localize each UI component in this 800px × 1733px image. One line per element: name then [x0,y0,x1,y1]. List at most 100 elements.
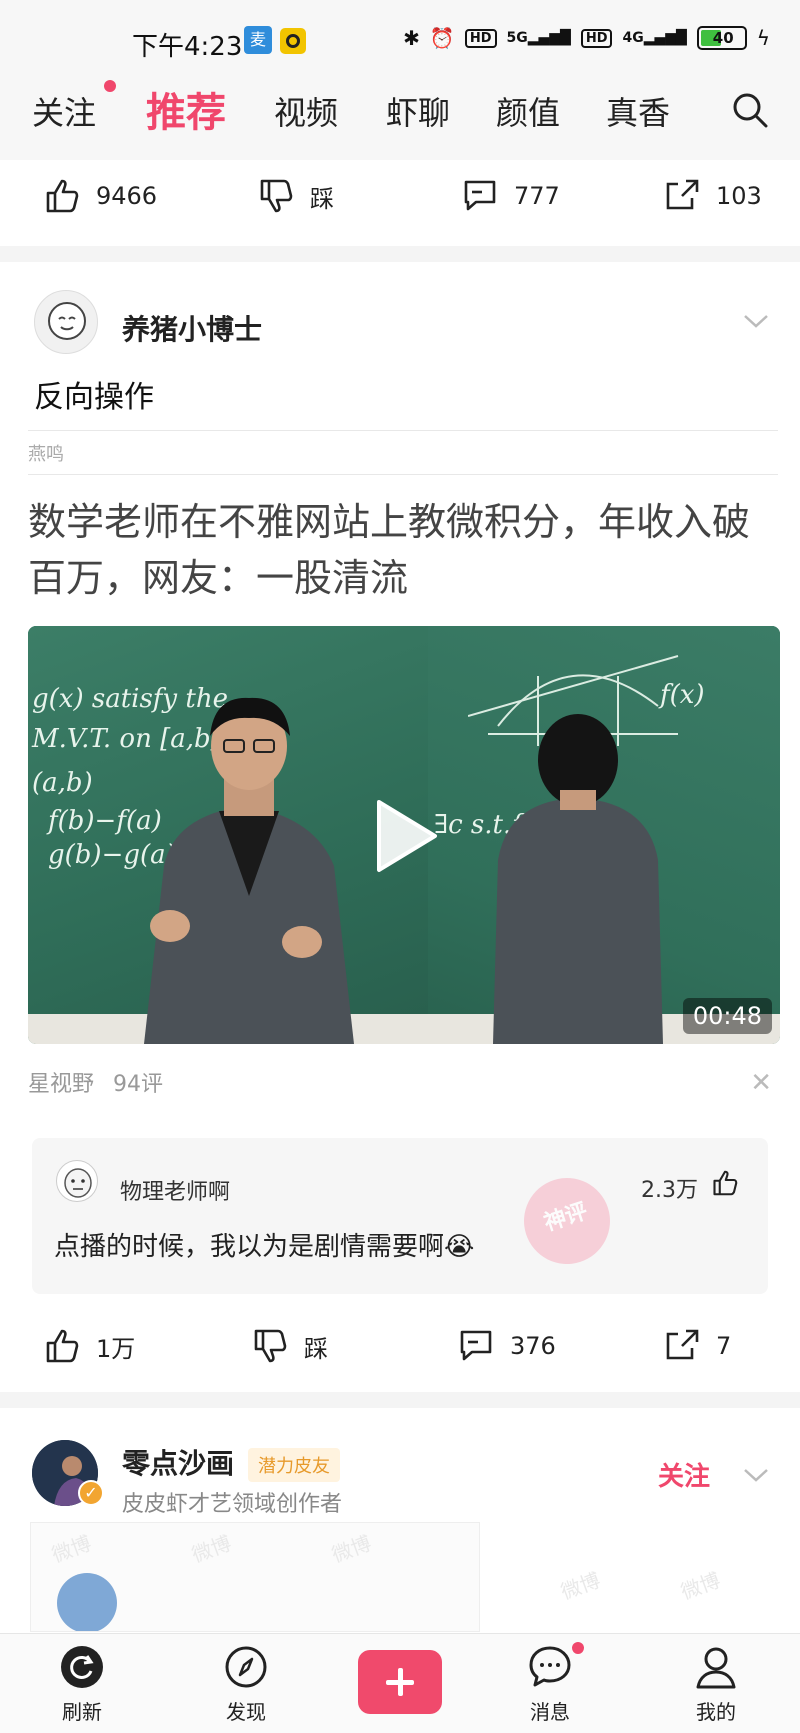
prev-post-card: 9466 踩 777 103 [0,160,800,246]
dislike-label: 踩 [310,184,334,213]
watermark: 微博 [188,1530,235,1568]
comment-button[interactable]: 777 [460,176,560,216]
like-button[interactable]: 1万 [42,1326,135,1366]
creator-username[interactable]: 零点沙画 [122,1442,234,1482]
tab-zhenxiang[interactable]: 真香 [606,88,670,134]
thumbs-up-icon [46,1329,79,1363]
create-post-button[interactable] [358,1650,442,1714]
comment-icon [460,1330,492,1361]
comment-count: 777 [514,182,560,210]
tab-xialiao[interactable]: 虾聊 [386,88,450,134]
tab-video[interactable]: 视频 [274,88,338,134]
app-notification-icon-2 [280,28,306,54]
battery-icon: 40 [696,26,747,50]
comment-avatar[interactable] [56,1160,98,1202]
like-button[interactable]: 9466 [42,176,157,216]
post-source: 燕鸣 [28,444,64,465]
top-comment[interactable]: 物理老师啊 神评 2.3万 点播的时候，我以为是剧情需要啊😭 [32,1138,768,1294]
comment-count: 376 [510,1332,556,1360]
verified-badge-icon: ✓ [78,1480,104,1506]
compass-icon [225,1646,267,1688]
post-preview-image[interactable]: 微博 微博 微博 [30,1522,480,1632]
comment-text: 点播的时候，我以为是剧情需要啊😭 [54,1232,475,1262]
tab-follow[interactable]: 关注 [32,88,96,134]
nav-messages-label: 消息 [530,1700,570,1724]
post-username[interactable]: 养猪小博士 [122,308,262,348]
nav-refresh[interactable]: 刷新 [42,1644,122,1725]
chevron-down-icon[interactable] [742,1466,770,1484]
like-count: 9466 [96,182,158,210]
thumbs-down-icon [260,179,293,213]
post-actions: 1万 踩 376 7 [0,1326,800,1376]
comment-like-count: 2.3万 [641,1178,698,1203]
share-button[interactable]: 7 [662,1326,731,1366]
user-avatar[interactable] [34,290,98,354]
follow-unread-dot [104,80,116,92]
share-button[interactable]: 103 [662,176,762,216]
follow-button[interactable]: 关注 [658,1456,710,1493]
share-count: 7 [716,1332,732,1360]
post-text: 反向操作 [34,380,154,415]
status-bar: 下午4:23 麦 ✱ ⏰ HD 5G▂▄▆█ HD 4G▂▄▆█ 40 ϟ [0,0,800,80]
like-count: 1万 [96,1334,136,1363]
comment-button[interactable]: 376 [456,1326,556,1366]
divider [28,430,778,431]
godly-comment-stamp: 神评 [512,1166,622,1276]
nav-profile-label: 我的 [696,1700,736,1724]
refresh-icon [61,1646,103,1688]
chevron-down-icon[interactable] [742,312,770,330]
chalk-writing: (a,b) [32,768,93,798]
top-nav: 关注 推荐 视频 虾聊 颜值 真香 [0,80,800,160]
tab-recommend[interactable]: 推荐 [146,80,226,138]
play-icon[interactable] [371,796,441,876]
watermark: 微博 [48,1530,95,1568]
watermark: 微博 [328,1530,375,1568]
search-icon[interactable] [728,88,772,132]
signal-4g-icon: 4G▂▄▆█ [622,30,687,46]
hd-icon-2: HD [580,28,613,48]
nav-discover-label: 发现 [226,1700,266,1724]
avatar-doodle-icon [48,302,86,340]
cat-avatar [57,1573,117,1631]
comment-icon [464,180,496,211]
post-meta: 星视野 94评 [28,1066,163,1098]
prev-post-actions: 9466 踩 777 103 [0,176,800,226]
nav-profile[interactable]: 我的 [676,1644,756,1725]
nav-discover[interactable]: 发现 [206,1644,286,1725]
thumbs-up-icon[interactable] [710,1168,740,1198]
bluetooth-icon: ✱ [403,26,420,50]
dislike-button[interactable]: 踩 [250,1326,328,1366]
divider-2 [28,474,778,475]
creator-badge: 潜力皮友 [248,1448,340,1482]
nav-messages[interactable]: 消息 [510,1644,590,1725]
share-icon [666,1329,699,1360]
teacher-figure-back [493,714,663,1044]
article-headline[interactable]: 数学老师在不雅网站上教微积分，年收入破百万，网友：一股清流 [28,494,778,606]
video-duration: 00:48 [682,998,772,1034]
tab-yanzhi[interactable]: 颜值 [496,88,560,134]
share-count: 103 [716,182,762,210]
share-icon [666,179,699,210]
alarm-icon: ⏰ [429,26,455,50]
nav-refresh-label: 刷新 [62,1700,102,1724]
creator-subtitle: 皮皮虾才艺领域创作者 [122,1492,343,1517]
thumbs-down-icon [254,1329,287,1363]
status-time: 下午4:23 [132,32,243,62]
signal-5g-icon: 5G▂▄▆█ [506,30,571,46]
app-notification-icon: 麦 [244,26,272,54]
dislike-button[interactable]: 踩 [256,176,334,216]
status-icons: ✱ ⏰ HD 5G▂▄▆█ HD 4G▂▄▆█ 40 ϟ [403,26,770,50]
comment-count-meta: 94评 [113,1072,164,1097]
dislike-label: 踩 [304,1334,328,1363]
bottom-nav: 刷新 发现 消息 我的 [0,1633,800,1733]
charging-icon: ϟ [756,26,770,50]
channel-name[interactable]: 星视野 [28,1072,94,1097]
close-icon[interactable]: ✕ [750,1068,772,1098]
thumbs-up-icon [46,179,79,213]
video-player[interactable]: g(x) satisfy the M.V.T. on [a,b] (a,b) f… [28,626,780,1044]
profile-icon [696,1647,736,1689]
hd-icon: HD [464,28,497,48]
avatar-face-icon [64,1168,92,1198]
comment-username[interactable]: 物理老师啊 [120,1174,230,1206]
messages-unread-dot [572,1642,584,1654]
